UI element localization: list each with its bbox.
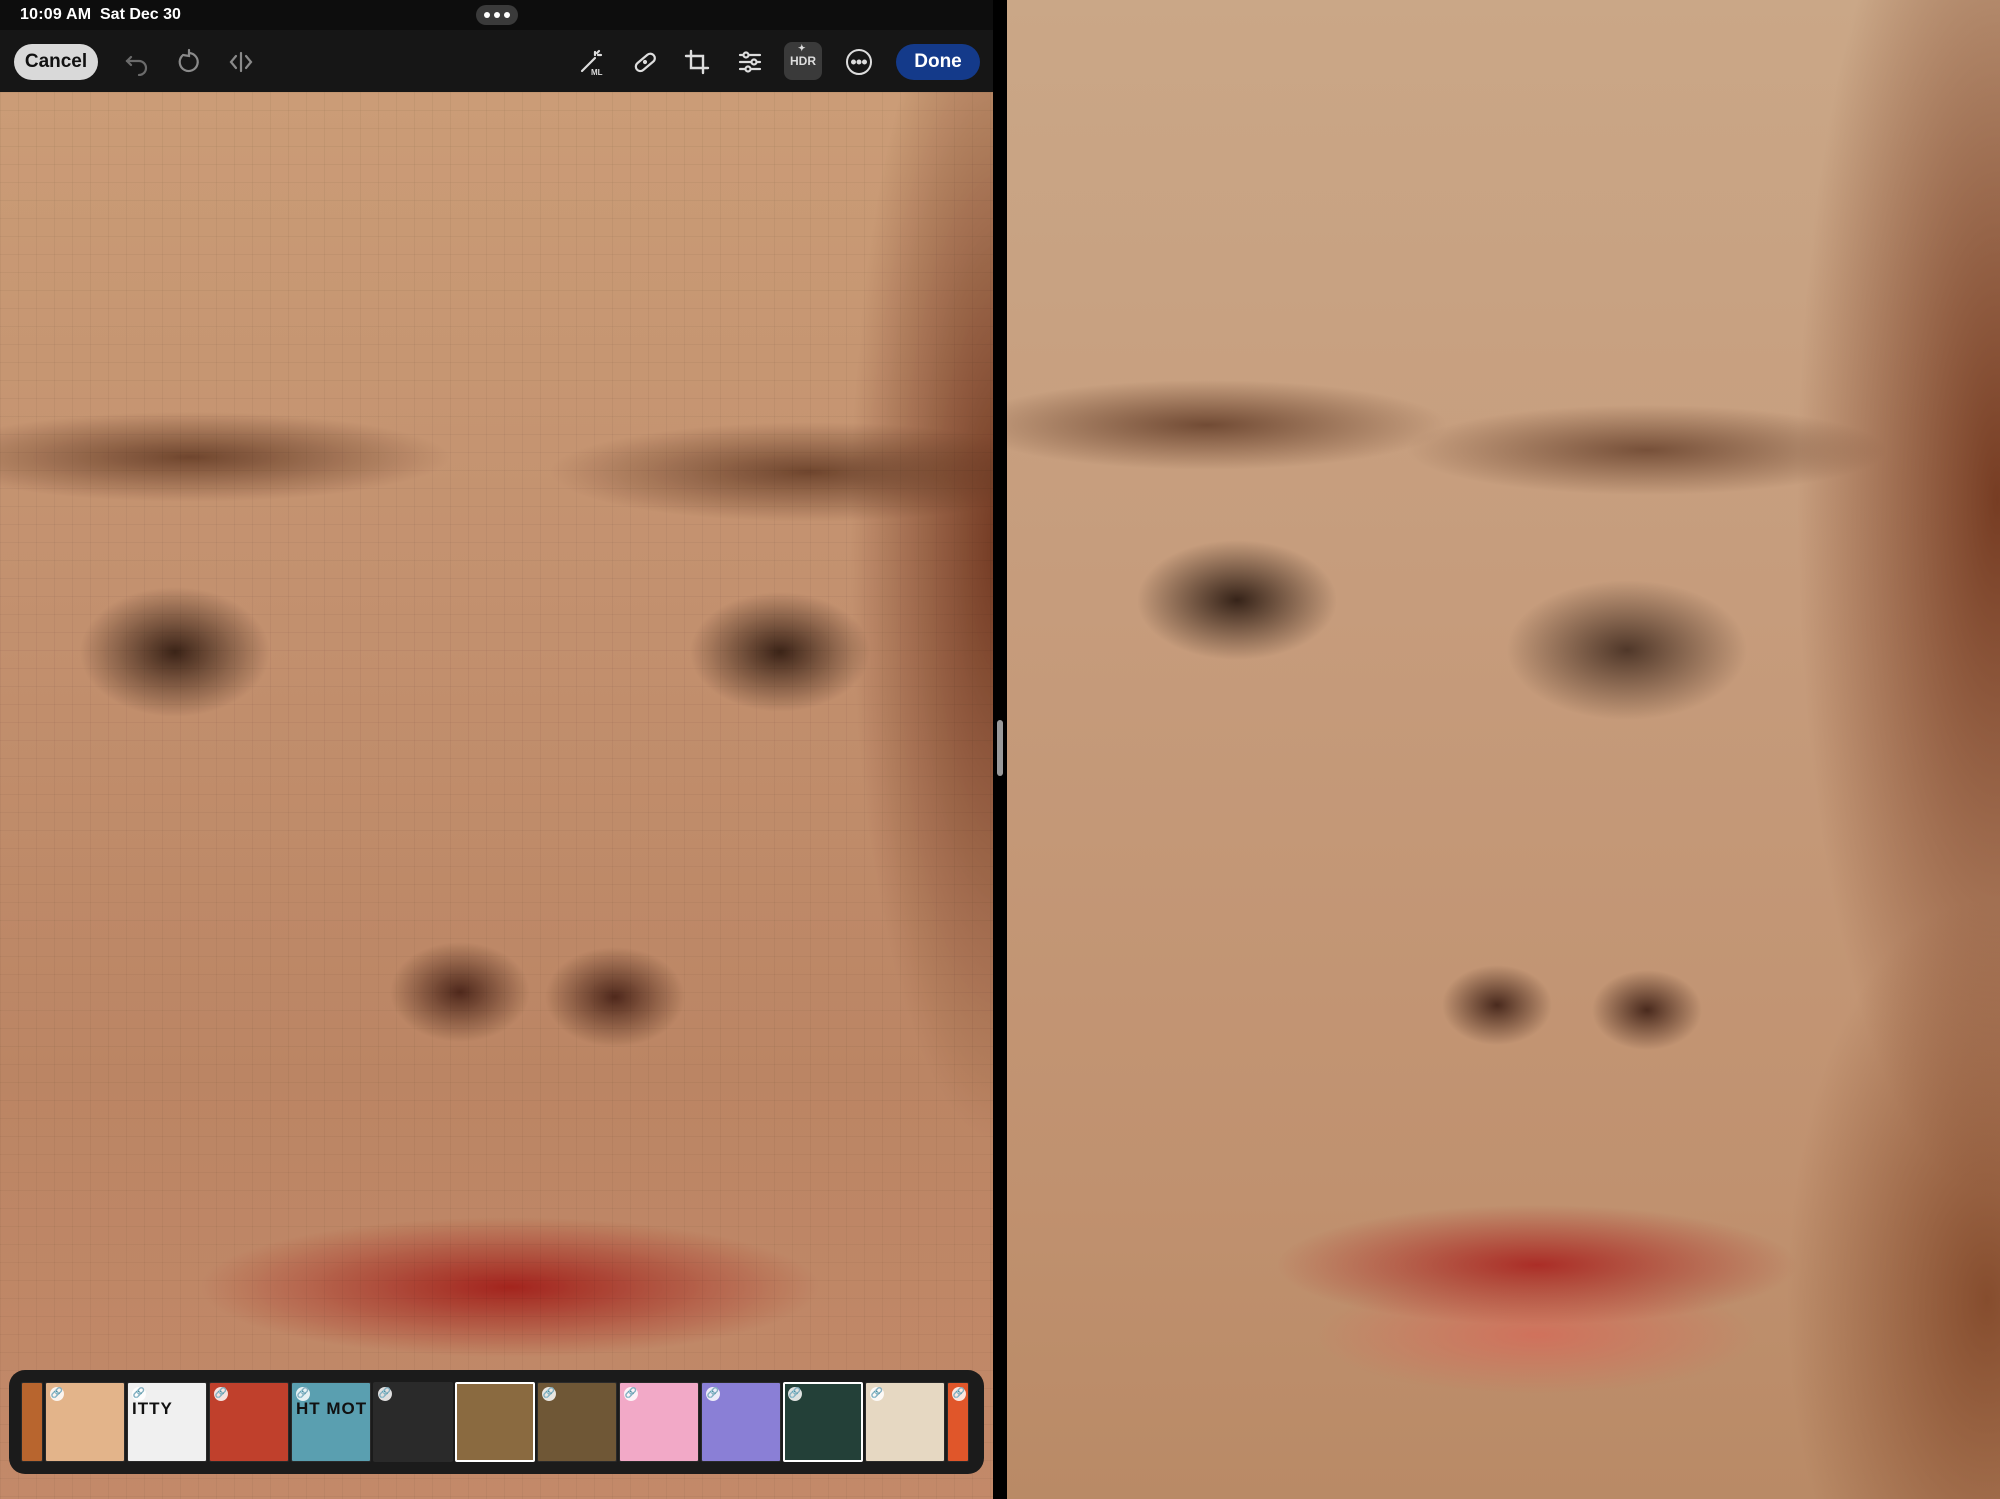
- thumbnail-label: HT MOTEL: [296, 1399, 368, 1418]
- filmstrip-thumbnail[interactable]: 🔗: [373, 1382, 453, 1462]
- filmstrip[interactable]: 🔗 🔗ITTY 🔗 🔗HT MOTEL 🔗 🔗 🔗 🔗 🔗 🔗 🔗: [9, 1370, 984, 1474]
- cancel-button[interactable]: Cancel: [14, 44, 98, 80]
- magic-wand-ml-icon[interactable]: ML: [574, 45, 608, 79]
- editor-pane-left: 10:09 AM Sat Dec 30 Cancel ML ✦ HDR Done…: [0, 0, 993, 1499]
- filmstrip-thumbnail[interactable]: 🔗: [701, 1382, 781, 1462]
- link-icon: 🔗: [788, 1387, 802, 1401]
- upscaled-photo[interactable]: [1007, 0, 2000, 1499]
- filmstrip-thumbnail[interactable]: [455, 1382, 535, 1462]
- filmstrip-thumbnail[interactable]: 🔗: [45, 1382, 125, 1462]
- filmstrip-thumbnails: 🔗 🔗ITTY 🔗 🔗HT MOTEL 🔗 🔗 🔗 🔗 🔗 🔗 🔗: [21, 1382, 969, 1462]
- filmstrip-thumbnail[interactable]: 🔗: [619, 1382, 699, 1462]
- hdr-button[interactable]: ✦ HDR: [784, 42, 822, 80]
- bandage-icon[interactable]: [628, 45, 662, 79]
- compare-icon[interactable]: [224, 45, 258, 79]
- filmstrip-thumbnail[interactable]: 🔗: [865, 1382, 945, 1462]
- thumbnail-label: ITTY: [132, 1399, 173, 1418]
- status-date: Sat Dec 30: [100, 6, 181, 23]
- link-icon: 🔗: [706, 1387, 720, 1401]
- link-icon: 🔗: [624, 1387, 638, 1401]
- hdr-label: HDR: [790, 54, 816, 68]
- edit-toolbar: Cancel ML ✦ HDR Done: [0, 30, 993, 92]
- adjust-icon[interactable]: [733, 45, 767, 79]
- filmstrip-thumbnail[interactable]: 🔗HT MOTEL: [291, 1382, 371, 1462]
- sparkle-icon: ✦: [798, 43, 806, 53]
- status-bar: 10:09 AM Sat Dec 30: [0, 0, 993, 30]
- link-icon: 🔗: [378, 1387, 392, 1401]
- status-time: 10:09 AM: [20, 6, 92, 23]
- split-view-handle[interactable]: [997, 720, 1003, 776]
- link-icon: 🔗: [214, 1387, 228, 1401]
- pixel-grid: [0, 92, 993, 1499]
- filmstrip-thumbnail[interactable]: 🔗: [537, 1382, 617, 1462]
- link-icon: 🔗: [952, 1387, 966, 1401]
- filmstrip-thumbnail[interactable]: 🔗: [783, 1382, 863, 1462]
- link-icon: 🔗: [870, 1387, 884, 1401]
- multitasking-dots-icon[interactable]: [476, 5, 518, 25]
- undo-icon[interactable]: [120, 45, 154, 79]
- filmstrip-thumbnail[interactable]: [21, 1382, 43, 1462]
- ml-badge: ML: [591, 68, 603, 76]
- redo-icon[interactable]: [172, 45, 206, 79]
- done-button[interactable]: Done: [896, 44, 980, 80]
- link-icon: 🔗: [542, 1387, 556, 1401]
- pixelated-photo[interactable]: [0, 92, 993, 1499]
- filmstrip-thumbnail[interactable]: 🔗: [947, 1382, 969, 1462]
- filmstrip-thumbnail[interactable]: 🔗: [209, 1382, 289, 1462]
- more-icon[interactable]: [842, 45, 876, 79]
- filmstrip-thumbnail[interactable]: 🔗 ITTY: [127, 1382, 207, 1462]
- crop-icon[interactable]: [680, 45, 714, 79]
- link-icon: 🔗: [50, 1387, 64, 1401]
